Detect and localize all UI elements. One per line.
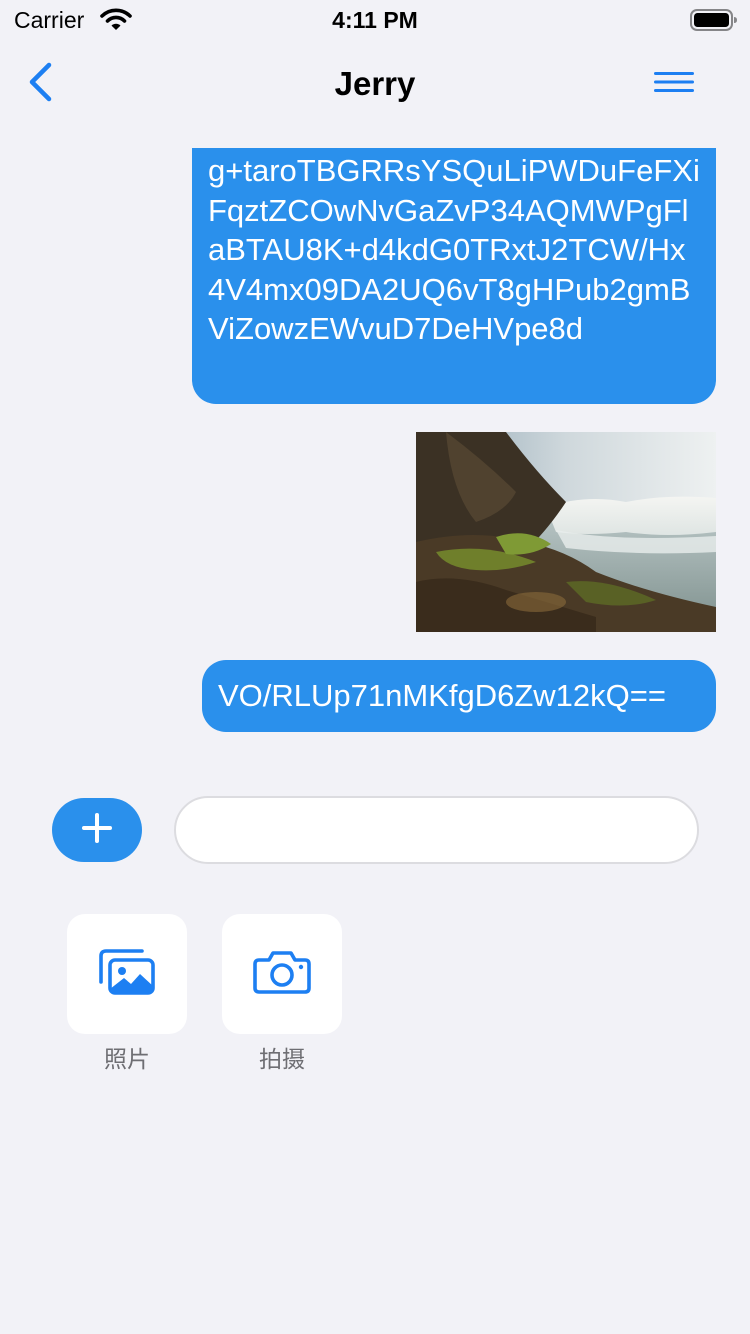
photos-label: 照片	[104, 1046, 150, 1072]
message-bubble-outgoing[interactable]: VO/RLUp71nMKfgD6Zw12kQ==	[202, 660, 716, 732]
camera-icon	[253, 949, 311, 1000]
menu-button[interactable]	[648, 64, 700, 104]
camera-button[interactable]	[222, 914, 342, 1034]
message-bubble-outgoing[interactable]: g+taroTBGRRsYSQuLiPWDuFeFXiFqztZCOwNvGaZ…	[192, 148, 716, 404]
photos-button[interactable]	[67, 914, 187, 1034]
status-bar: Carrier 4:11 PM	[0, 0, 750, 40]
camera-label: 拍摄	[259, 1046, 305, 1072]
chat-title: Jerry	[334, 65, 416, 102]
battery-icon	[690, 8, 738, 32]
nav-bar: Jerry	[0, 40, 750, 128]
camera-tool[interactable]: 拍摄	[222, 914, 342, 1074]
photos-tool[interactable]: 照片	[67, 914, 187, 1074]
waterfall-photo	[416, 432, 716, 632]
menu-icon	[653, 71, 695, 98]
message-input[interactable]	[174, 796, 699, 864]
image-message[interactable]	[416, 432, 716, 632]
add-attachment-button[interactable]	[52, 798, 142, 862]
plus-icon	[80, 811, 114, 850]
photos-icon	[98, 948, 156, 1001]
composer-bar	[0, 790, 750, 870]
status-time: 4:11 PM	[332, 7, 418, 33]
